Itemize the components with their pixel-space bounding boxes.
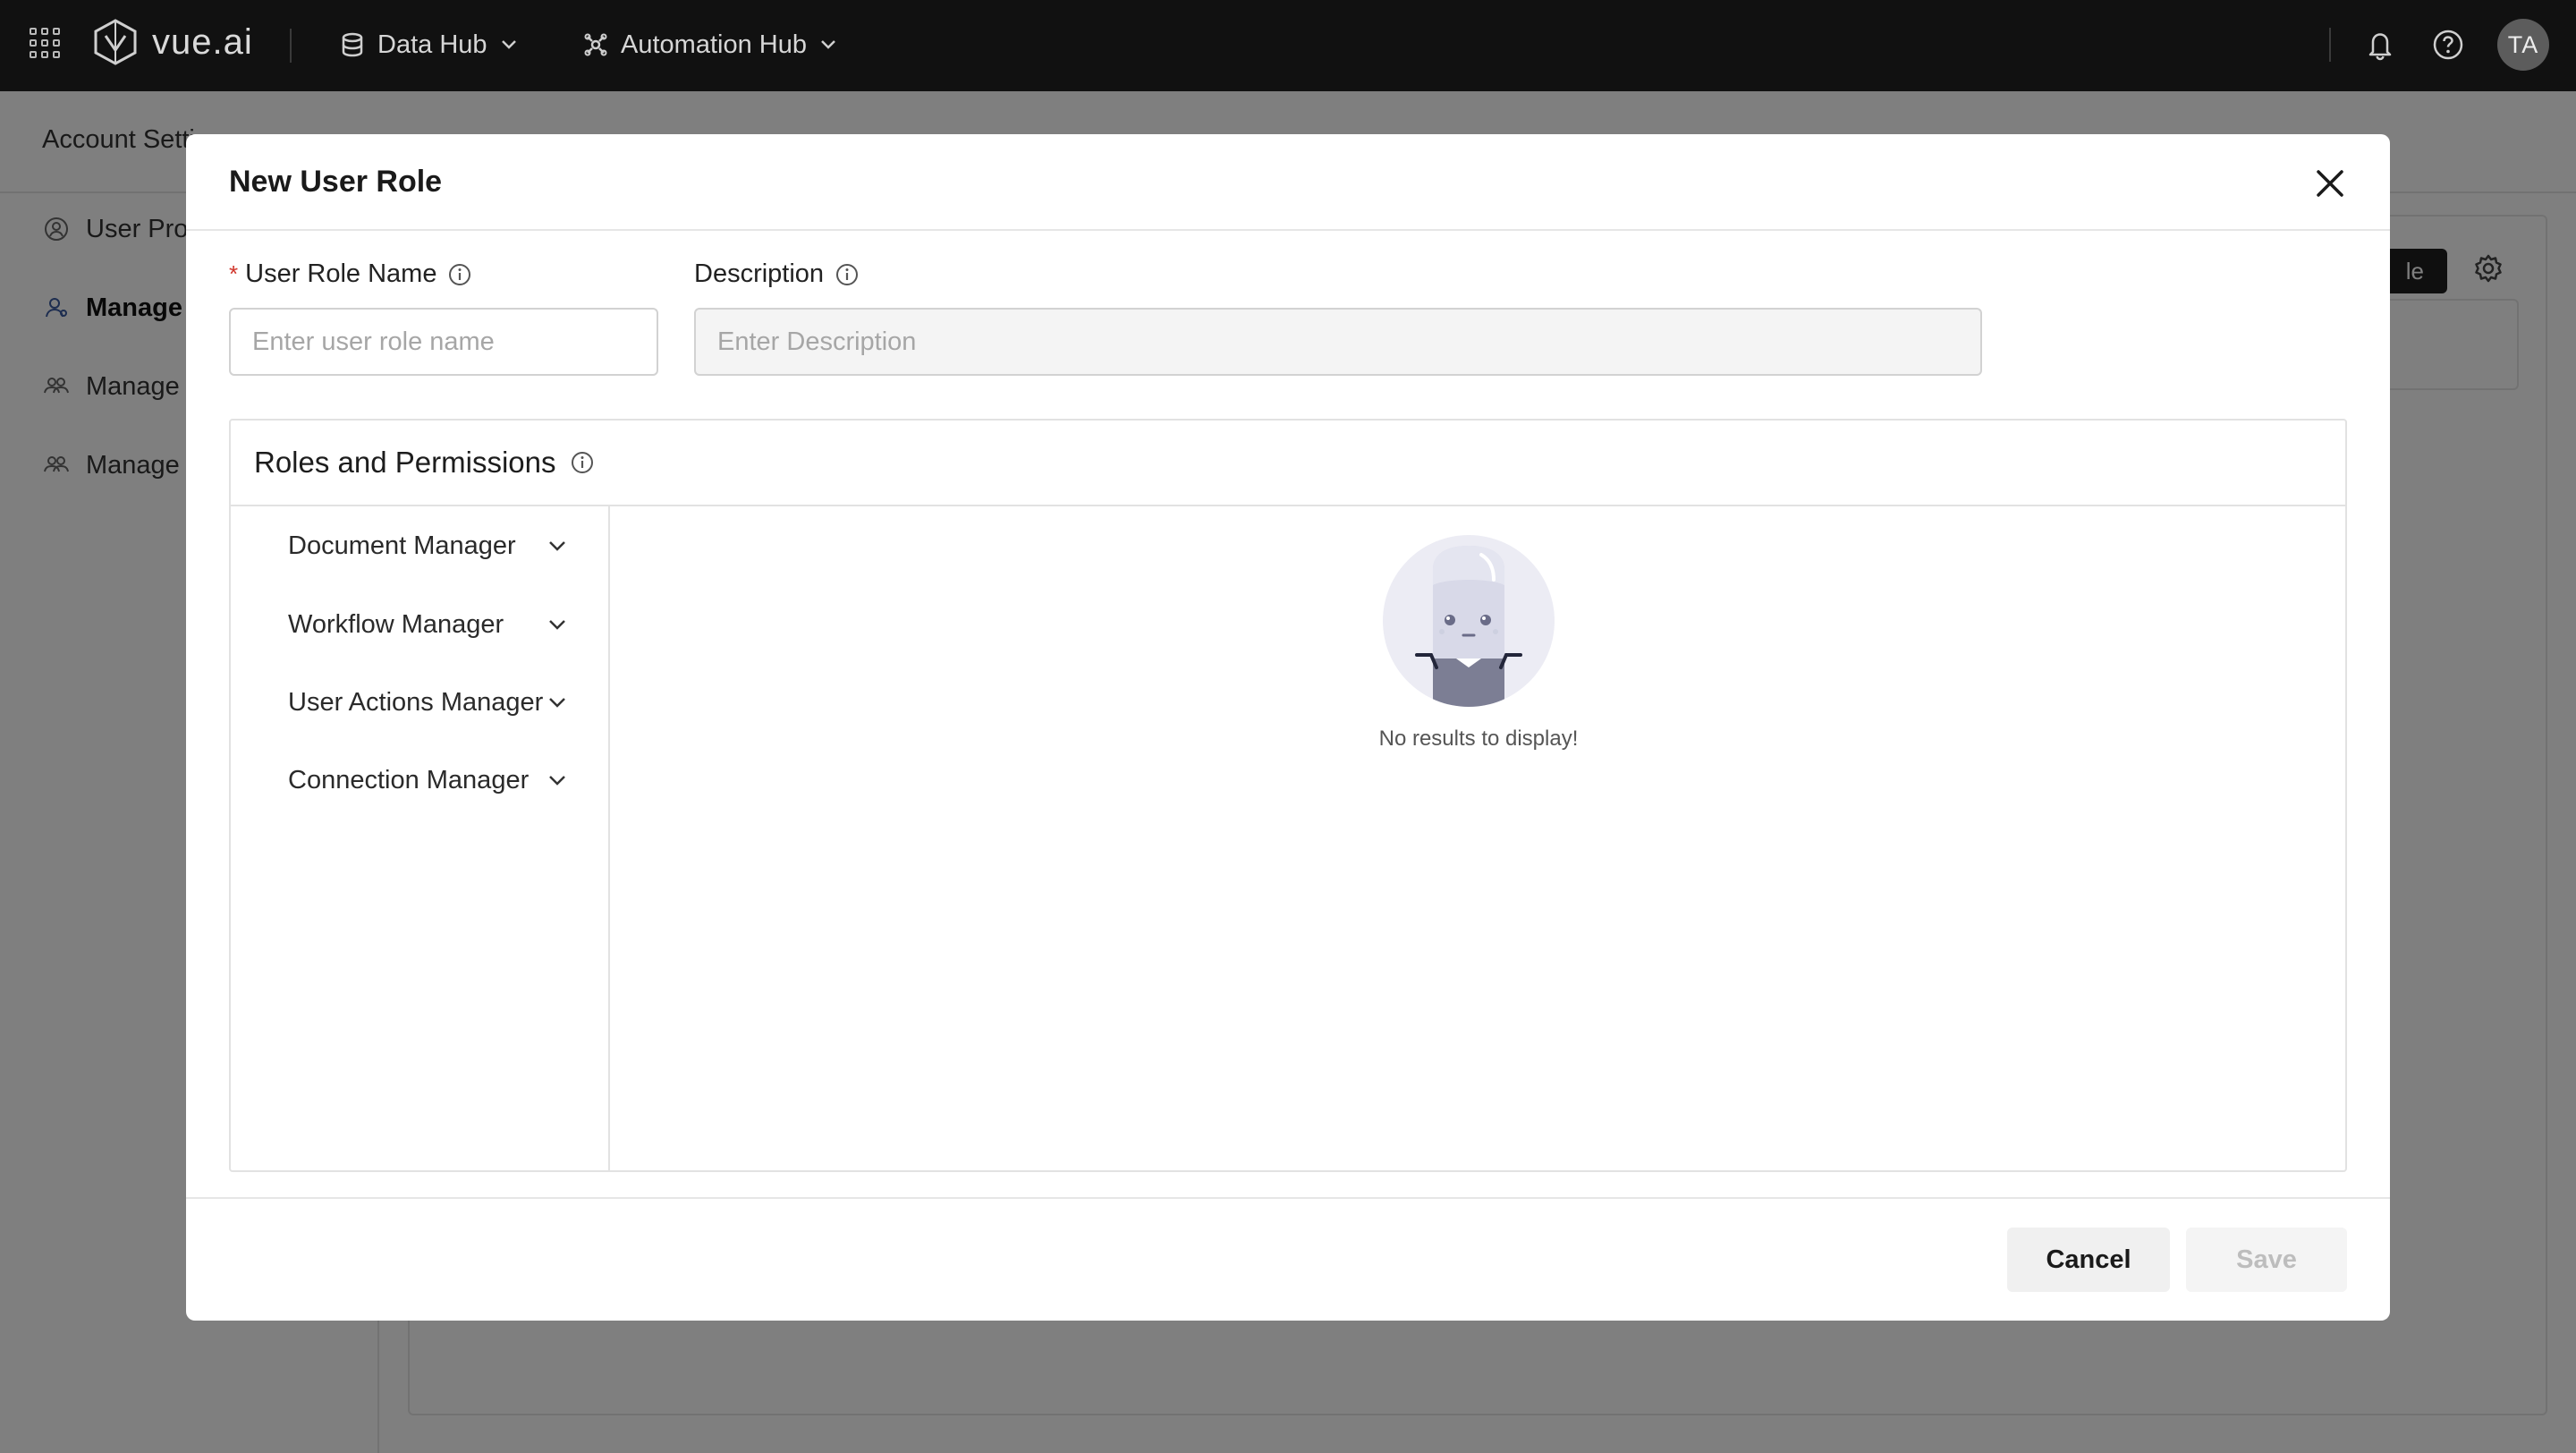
role-name-label: * User Role Name xyxy=(229,259,472,289)
new-user-role-dialog: New User Role * User Role Name Descripti… xyxy=(186,134,2390,1321)
permissions-title: Roles and Permissions xyxy=(254,446,556,479)
role-name-input[interactable] xyxy=(229,308,658,376)
help-question-icon[interactable] xyxy=(2429,26,2467,64)
permission-group-document-manager[interactable]: Document Manager xyxy=(288,519,567,573)
description-label: Description xyxy=(694,259,860,289)
chevron-down-icon xyxy=(549,776,565,786)
permissions-empty-state: No results to display! xyxy=(610,506,2347,1172)
info-icon[interactable] xyxy=(835,262,860,287)
app-launcher-grid-icon[interactable] xyxy=(27,25,63,61)
dialog-footer: Cancel Save xyxy=(186,1197,2390,1321)
notifications-bell-icon[interactable] xyxy=(2361,26,2399,64)
close-icon[interactable] xyxy=(2308,161,2352,206)
dialog-title: New User Role xyxy=(229,165,443,199)
chevron-down-icon xyxy=(549,620,565,630)
info-icon[interactable] xyxy=(570,450,595,475)
brand-logo[interactable]: vue.ai xyxy=(91,18,253,66)
brand-name: vue.ai xyxy=(152,21,253,62)
top-navigation-bar: vue.ai Data Hub Automation Hub TA xyxy=(0,0,2576,91)
permission-group-label: Document Manager xyxy=(288,531,516,560)
permission-group-label: Workflow Manager xyxy=(288,609,504,639)
robot-empty-illustration-icon xyxy=(1383,535,1555,707)
nav-divider xyxy=(290,29,292,63)
dialog-header: New User Role xyxy=(186,134,2390,231)
info-icon[interactable] xyxy=(447,262,472,287)
nav-automation-hub-label: Automation Hub xyxy=(621,30,807,59)
chevron-down-icon xyxy=(821,40,835,49)
role-name-label-text: User Role Name xyxy=(245,259,437,288)
save-button[interactable]: Save xyxy=(2186,1228,2347,1292)
chevron-down-icon xyxy=(549,541,565,551)
description-label-text: Description xyxy=(694,259,825,288)
permissions-header: Roles and Permissions xyxy=(231,421,2345,506)
nav-data-hub[interactable]: Data Hub xyxy=(340,23,518,66)
cancel-button[interactable]: Cancel xyxy=(2007,1228,2170,1292)
permission-group-workflow-manager[interactable]: Workflow Manager xyxy=(288,598,567,651)
permission-group-user-actions-manager[interactable]: User Actions Manager xyxy=(288,676,567,729)
permission-group-connection-manager[interactable]: Connection Manager xyxy=(288,753,567,807)
database-icon xyxy=(342,32,363,57)
vue-logo-icon xyxy=(94,19,137,65)
roles-permissions-panel: Roles and Permissions Document Manager W… xyxy=(229,419,2347,1172)
topbar-actions: TA xyxy=(2329,18,2549,72)
nav-data-hub-label: Data Hub xyxy=(377,30,487,59)
user-avatar[interactable]: TA xyxy=(2497,19,2549,71)
automation-icon xyxy=(584,33,607,56)
chevron-down-icon xyxy=(501,40,516,49)
chevron-down-icon xyxy=(549,698,565,708)
permission-groups-list: Document Manager Workflow Manager User A… xyxy=(231,506,610,1172)
permission-group-label: Connection Manager xyxy=(288,765,530,794)
required-marker: * xyxy=(229,260,239,287)
empty-state-message: No results to display! xyxy=(1378,726,1579,751)
permission-group-label: User Actions Manager xyxy=(288,687,544,717)
nav-divider xyxy=(2329,28,2331,62)
nav-automation-hub[interactable]: Automation Hub xyxy=(583,23,837,66)
description-input[interactable] xyxy=(694,308,1982,376)
